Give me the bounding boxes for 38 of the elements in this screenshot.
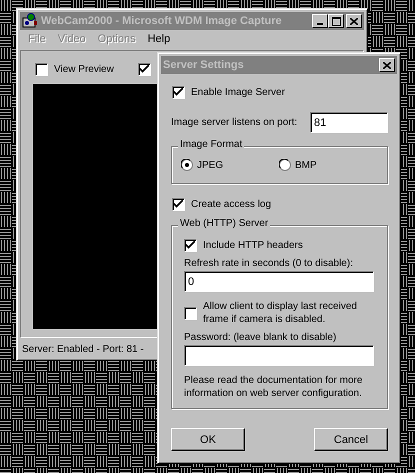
group-title: Web (HTTP) Server: [178, 218, 270, 229]
webcam-icon: [22, 13, 38, 29]
radio-button[interactable]: [181, 159, 193, 171]
checkbox[interactable]: [172, 198, 185, 211]
checkbox-label: Allow client to display last received frame if camera is disabled.: [203, 300, 358, 326]
radio-button[interactable]: [279, 159, 291, 171]
dialog-button[interactable]: Cancel: [314, 428, 388, 451]
port-field[interactable]: 81: [310, 112, 388, 133]
checkbox-label: Create access log: [191, 199, 272, 210]
status-text: Server: Enabled - Port: 81 -: [22, 344, 144, 355]
checkbox[interactable]: [35, 63, 48, 76]
password-field[interactable]: [184, 345, 374, 366]
checkbox[interactable]: [184, 306, 197, 320]
close-icon: [383, 62, 391, 68]
refresh-field[interactable]: 0: [184, 271, 374, 292]
radio-label: BMP: [295, 160, 317, 170]
dialog-title: Server Settings: [163, 59, 245, 71]
minimize-button[interactable]: [312, 14, 328, 28]
dialog-button[interactable]: OK: [171, 428, 245, 451]
window-title: WebCam2000 - Microsoft WDM Image Capture: [41, 15, 283, 27]
checkbox-label: Enable Image Server: [191, 87, 285, 98]
close-button[interactable]: [346, 14, 362, 28]
checkbox[interactable]: [172, 86, 185, 99]
refresh-label: Refresh rate in seconds (0 to disable):: [184, 258, 354, 269]
checkbox[interactable]: [138, 63, 151, 76]
password-label: Password: (leave blank to disable): [184, 332, 338, 343]
port-label: Image server listens on port:: [171, 117, 298, 128]
menu-item[interactable]: Help: [142, 33, 176, 45]
checkbox[interactable]: [184, 239, 197, 252]
close-button[interactable]: [379, 58, 395, 72]
maximize-button[interactable]: [328, 14, 344, 28]
close-icon: [350, 18, 358, 24]
group-title: Image Format: [178, 139, 244, 150]
checkbox-label: View Preview: [54, 64, 114, 75]
radio-label: JPEG: [197, 160, 224, 170]
checkbox-label: Include HTTP headers: [203, 240, 303, 251]
maximize-icon: [332, 16, 340, 26]
help-text: Please read the documentation for more information on web server configuration.: [184, 374, 364, 400]
